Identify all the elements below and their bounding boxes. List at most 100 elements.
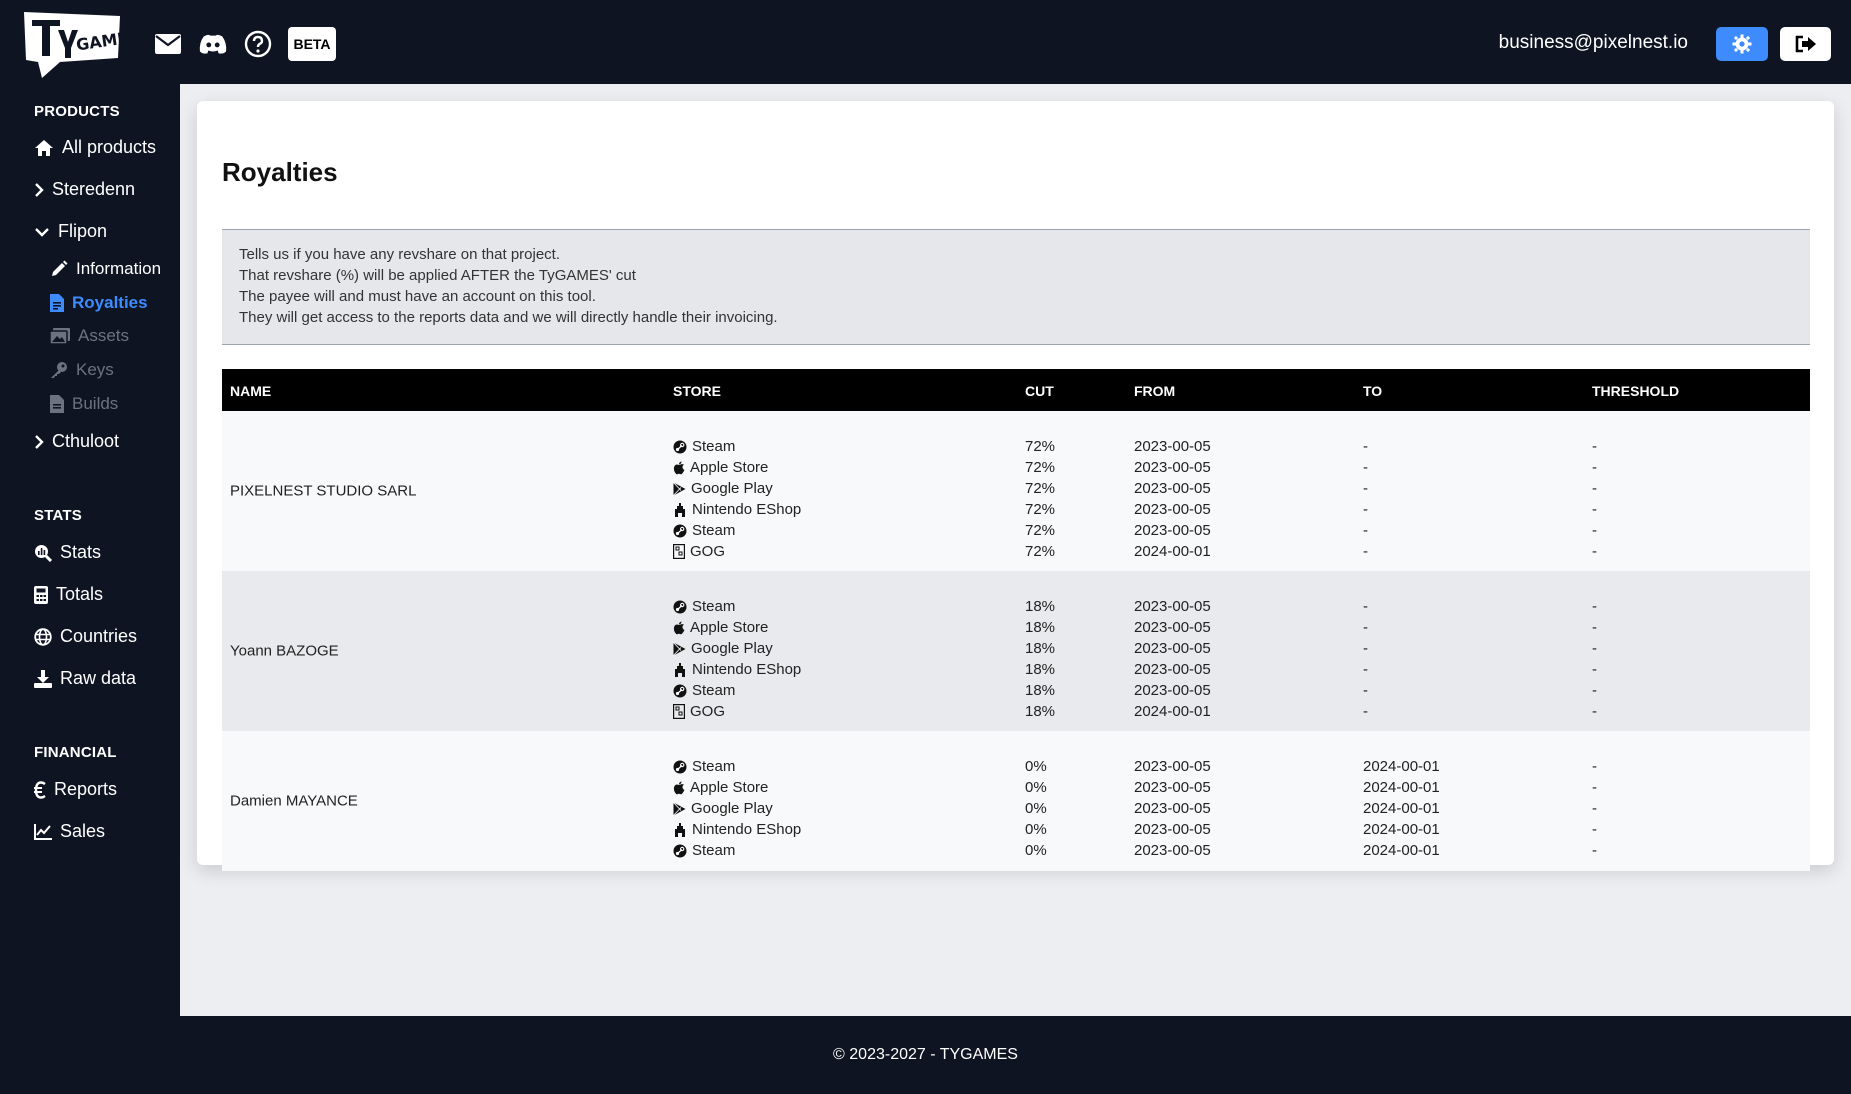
gog-icon: [673, 544, 685, 559]
from-cell: 2023-00-05: [1134, 661, 1211, 678]
store-cell: Google Play: [673, 480, 773, 497]
threshold-cell: -: [1592, 842, 1597, 859]
table-row[interactable]: Apple Store 72% 2023-00-05 - -: [222, 458, 1810, 479]
globe-icon: [34, 627, 52, 646]
sidebar-item-stats[interactable]: Stats: [34, 542, 101, 563]
help-icon[interactable]: [244, 30, 272, 58]
sidebar-item-cthuloot[interactable]: Cthuloot: [34, 431, 119, 452]
from-cell: 2023-00-05: [1134, 682, 1211, 699]
from-cell: 2023-00-05: [1134, 598, 1211, 615]
chevron-right-icon: [35, 182, 44, 197]
store-name: GOG: [690, 543, 726, 560]
chart-line-icon: [34, 823, 52, 840]
cut-cell: 0%: [1025, 821, 1047, 838]
store-lines: Steam 72% 2023-00-05 - - Apple Store 72% 2023-0…: [222, 437, 1810, 563]
steam-icon: [673, 760, 687, 774]
table-row[interactable]: Steam 18% 2023-00-05 - -: [222, 681, 1810, 702]
col-header-cut[interactable]: CUT: [1025, 383, 1054, 399]
to-cell: -: [1363, 522, 1368, 539]
sidebar-item-builds[interactable]: Builds: [50, 394, 118, 414]
home-icon: [35, 139, 53, 156]
sidebar-item-raw-data[interactable]: Raw data: [34, 668, 136, 689]
table-row[interactable]: Apple Store 0% 2023-00-05 2024-00-01 -: [222, 778, 1810, 799]
info-line: They will get access to the reports data…: [239, 309, 778, 326]
sidebar-item-reports[interactable]: Reports: [34, 779, 117, 800]
table-row[interactable]: Google Play 72% 2023-00-05 - -: [222, 479, 1810, 500]
sidebar-item-keys[interactable]: Keys: [50, 360, 114, 380]
table-row[interactable]: Nintendo EShop 18% 2023-00-05 - -: [222, 660, 1810, 681]
store-name: Nintendo EShop: [692, 821, 802, 838]
table-row[interactable]: Apple Store 18% 2023-00-05 - -: [222, 618, 1810, 639]
sidebar-item-steredenn[interactable]: Steredenn: [34, 179, 135, 200]
store-cell: Steam: [673, 522, 735, 539]
from-cell: 2023-00-05: [1134, 842, 1211, 859]
to-cell: 2024-00-01: [1363, 842, 1440, 859]
from-cell: 2023-00-05: [1134, 459, 1211, 476]
steam-icon: [673, 600, 687, 614]
table-row[interactable]: Steam 0% 2023-00-05 2024-00-01 -: [222, 757, 1810, 778]
section-stats: STATS: [34, 507, 82, 524]
table-row[interactable]: Nintendo EShop 0% 2023-00-05 2024-00-01 -: [222, 820, 1810, 841]
chevron-down-icon: [35, 227, 49, 237]
section-products: PRODUCTS: [34, 103, 120, 120]
sidebar-item-all-products[interactable]: All products: [34, 137, 156, 158]
store-cell: Steam: [673, 758, 735, 775]
table-row[interactable]: Google Play 18% 2023-00-05 - -: [222, 639, 1810, 660]
info-line: That revshare (%) will be applied AFTER …: [239, 267, 636, 284]
store-cell: GOG: [673, 703, 725, 720]
sidebar-item-totals[interactable]: Totals: [34, 584, 103, 605]
footer: © 2023-2027 - TYGAMES: [0, 1016, 1851, 1094]
table-row[interactable]: Google Play 0% 2023-00-05 2024-00-01 -: [222, 799, 1810, 820]
table-row[interactable]: Nintendo EShop 72% 2023-00-05 - -: [222, 500, 1810, 521]
threshold-cell: -: [1592, 661, 1597, 678]
discord-icon[interactable]: [199, 30, 227, 58]
store-name: Nintendo EShop: [692, 501, 802, 518]
table-row[interactable]: Steam 18% 2023-00-05 - -: [222, 597, 1810, 618]
col-header-threshold[interactable]: THRESHOLD: [1592, 383, 1679, 399]
tygames-logo[interactable]: GAMES: [20, 6, 141, 80]
sidebar-item-sales[interactable]: Sales: [34, 821, 105, 842]
col-header-name[interactable]: NAME: [230, 383, 271, 399]
store-cell: Nintendo EShop: [673, 821, 801, 838]
to-cell: -: [1363, 438, 1368, 455]
table-row[interactable]: Steam 72% 2023-00-05 - -: [222, 521, 1810, 542]
col-header-from[interactable]: FROM: [1134, 383, 1175, 399]
to-cell: -: [1363, 640, 1368, 657]
sidebar-item-label: Steredenn: [52, 179, 136, 199]
sidebar-item-information[interactable]: Information: [50, 259, 161, 279]
store-lines: Steam 0% 2023-00-05 2024-00-01 - Apple Store 0…: [222, 757, 1810, 862]
table-row-group: Damien MAYANCE Steam 0% 2023-00-05 2024-00-0…: [222, 731, 1810, 871]
cut-cell: 72%: [1025, 522, 1056, 539]
sidebar-item-label: Reports: [54, 779, 118, 799]
store-cell: Steam: [673, 842, 735, 859]
table-row[interactable]: GOG 18% 2024-00-01 - -: [222, 702, 1810, 723]
cut-cell: 0%: [1025, 800, 1047, 817]
settings-button[interactable]: [1716, 27, 1768, 61]
col-header-store[interactable]: STORE: [673, 383, 721, 399]
store-name: Apple Store: [690, 619, 769, 636]
section-financial: FINANCIAL: [34, 744, 117, 761]
user-email: business@pixelnest.io: [1498, 32, 1688, 53]
sidebar-item-countries[interactable]: Countries: [34, 626, 137, 647]
threshold-cell: -: [1592, 758, 1597, 775]
nintendo-icon: [673, 822, 687, 837]
nintendo-icon: [673, 502, 687, 517]
cut-cell: 0%: [1025, 842, 1047, 859]
store-cell: Apple Store: [673, 779, 768, 796]
table-row[interactable]: Steam 72% 2023-00-05 - -: [222, 437, 1810, 458]
sidebar-item-label: Flipon: [58, 221, 108, 241]
sidebar-item-royalties[interactable]: Royalties: [50, 293, 148, 313]
table-row[interactable]: Steam 0% 2023-00-05 2024-00-01 -: [222, 841, 1810, 862]
calculator-icon: [34, 585, 48, 604]
from-cell: 2023-00-05: [1134, 438, 1211, 455]
cut-cell: 18%: [1025, 661, 1056, 678]
store-name: Steam: [692, 438, 736, 455]
sidebar-item-assets[interactable]: Assets: [50, 326, 129, 346]
table-row[interactable]: GOG 72% 2024-00-01 - -: [222, 542, 1810, 563]
images-icon: [50, 328, 70, 344]
envelope-icon[interactable]: [154, 30, 182, 58]
logout-button[interactable]: [1780, 27, 1831, 61]
sidebar-item-flipon[interactable]: Flipon: [34, 221, 107, 242]
euro-icon: [34, 780, 46, 799]
col-header-to[interactable]: TO: [1363, 383, 1382, 399]
